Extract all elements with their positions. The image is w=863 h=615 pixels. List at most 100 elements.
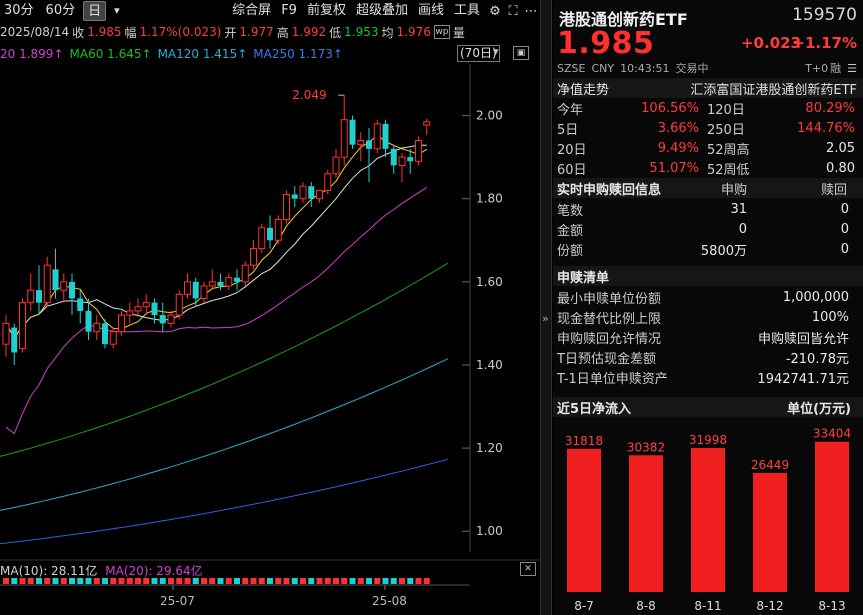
candle[interactable] [3, 315, 9, 357]
perf-label: 20日 [553, 139, 593, 158]
perf-value: 0.80 [759, 161, 855, 176]
layout-icon[interactable]: ▣ [513, 46, 529, 60]
candle[interactable] [424, 119, 430, 135]
candle[interactable] [317, 190, 323, 202]
candle[interactable] [391, 145, 397, 174]
candle[interactable] [242, 261, 248, 286]
volume-bar [358, 578, 364, 584]
volume-bar [383, 578, 389, 584]
candle[interactable] [119, 311, 125, 336]
candle[interactable] [53, 249, 59, 299]
quote-meta: SZSE CNY 10:43:51 交易中 T+0 融 ☰ [557, 60, 857, 76]
quote-panel: 港股通创新药ETF 159570 1.985 +0.023 +1.17% SZS… [553, 0, 863, 615]
candle[interactable] [399, 153, 405, 182]
ma250-line [0, 459, 448, 543]
candle[interactable] [383, 120, 389, 157]
candle[interactable] [275, 215, 281, 244]
candle[interactable] [341, 95, 347, 165]
candle[interactable] [292, 186, 298, 207]
volume-bar [407, 578, 413, 584]
candle[interactable] [135, 298, 141, 315]
candle[interactable] [267, 215, 273, 248]
period-day-button[interactable]: 日 [83, 1, 106, 21]
tools-button[interactable]: 工具 [450, 1, 484, 21]
candle[interactable] [226, 274, 232, 291]
candle[interactable] [201, 282, 207, 303]
wave-icon[interactable]: wp [434, 25, 450, 39]
candle[interactable] [185, 274, 191, 299]
collapse-icon[interactable]: » [542, 312, 549, 325]
period-30min-button[interactable]: 30分 [0, 1, 38, 21]
menu-icon[interactable]: ☰ [847, 62, 857, 75]
candle[interactable] [61, 274, 67, 303]
candle[interactable] [284, 190, 290, 223]
list-label: 现金替代比例上限 [553, 308, 703, 327]
candle[interactable] [308, 182, 314, 207]
candle[interactable] [358, 132, 364, 161]
grid-row: 现金替代比例上限100% [553, 307, 863, 327]
period-60min-button[interactable]: 60分 [42, 1, 80, 21]
candle[interactable] [251, 240, 257, 269]
grid-row: 最小申赎单位份额1,000,000 [553, 287, 863, 307]
draw-line-button[interactable]: 画线 [414, 1, 448, 21]
volume-bar [317, 578, 323, 584]
candle[interactable] [36, 265, 42, 315]
candle[interactable] [350, 116, 356, 149]
perf-value: 80.29% [759, 101, 855, 116]
candle[interactable] [11, 323, 17, 365]
panel-divider[interactable]: » [540, 0, 552, 615]
candle[interactable] [374, 120, 380, 153]
candle[interactable] [28, 274, 34, 311]
candle[interactable] [168, 311, 174, 328]
candle[interactable] [127, 303, 133, 324]
f9-button[interactable]: F9 [277, 1, 301, 21]
perf-label: 52周高 [699, 139, 759, 158]
candle[interactable] [176, 290, 182, 319]
candle[interactable] [94, 315, 100, 340]
gear-icon[interactable]: ⚙ [486, 4, 504, 19]
trade-status: 交易中 [676, 60, 709, 76]
candle[interactable] [234, 269, 240, 290]
fullscreen-icon[interactable]: ⛶ [504, 4, 522, 19]
volume-bar [350, 578, 356, 584]
candle[interactable] [193, 278, 199, 307]
forward-adjust-button[interactable]: 前复权 [303, 1, 350, 21]
close-icon[interactable]: ✕ [520, 562, 536, 576]
volume-bar [374, 578, 380, 584]
high-label: 高 [277, 24, 289, 41]
nav-head[interactable]: 净值走势 [553, 79, 609, 98]
candle[interactable] [143, 294, 149, 315]
candle[interactable] [416, 136, 422, 165]
sub-value: 0 [633, 222, 747, 237]
super-overlay-button[interactable]: 超级叠加 [352, 1, 412, 21]
candle[interactable] [102, 319, 108, 348]
kline-chart[interactable]: 2.001.801.601.401.201.002.04925-0725-08 [0, 64, 540, 615]
composite-screen-button[interactable]: 综合屏 [228, 1, 275, 21]
perf-value: 51.07% [593, 161, 699, 176]
sub-label: 笔数 [553, 200, 633, 219]
ma120-value: MA120 1.415↑ [158, 47, 248, 61]
candle[interactable] [69, 274, 75, 316]
candle[interactable] [366, 128, 372, 182]
volume-bar [218, 578, 224, 584]
candle[interactable] [209, 269, 215, 290]
candle[interactable] [333, 149, 339, 178]
ma20-value: 20 1.899↑ [0, 47, 64, 61]
candle[interactable] [44, 257, 50, 307]
perf-grid: 今年106.56%120日80.29%5日3.66%250日144.76%20日… [553, 98, 863, 178]
candle[interactable] [160, 303, 166, 332]
candle[interactable] [77, 290, 83, 323]
flow-bar [691, 448, 725, 592]
candle[interactable] [259, 224, 265, 253]
candle[interactable] [20, 298, 26, 352]
period-dropdown[interactable]: ▾ [110, 1, 124, 21]
list-label: T日预估现金差额 [553, 348, 703, 367]
close-label: 收 [72, 24, 84, 41]
chevron-down-icon[interactable]: ▾ [493, 45, 499, 58]
candle[interactable] [300, 182, 306, 203]
more-icon[interactable]: ⋯ [522, 4, 540, 19]
candle[interactable] [325, 170, 331, 195]
volume-bar [267, 578, 273, 584]
list-value: 1,000,000 [703, 290, 849, 305]
ma120-line [0, 359, 448, 511]
